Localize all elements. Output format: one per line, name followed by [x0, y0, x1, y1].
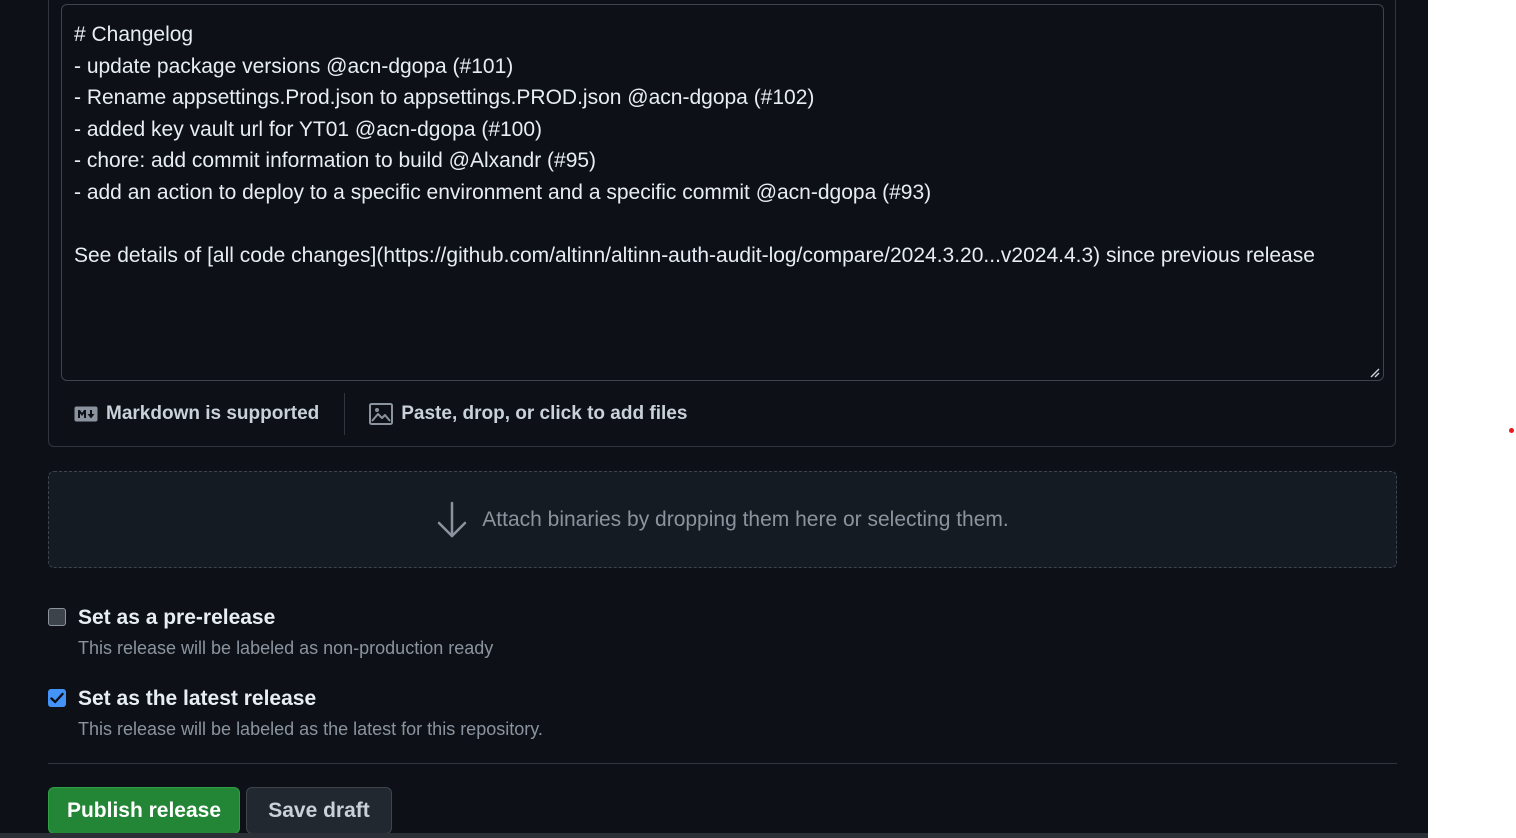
publish-release-button[interactable]: Publish release — [48, 787, 240, 834]
prerelease-checkbox[interactable] — [48, 608, 66, 626]
editor-footer: Markdown is supported Paste, drop, or cl… — [49, 381, 1395, 446]
binaries-dropzone[interactable]: Attach binaries by dropping them here or… — [48, 471, 1397, 568]
latest-release-option: Set as the latest release This release w… — [48, 687, 543, 740]
latest-release-title[interactable]: Set as the latest release — [78, 687, 543, 711]
dropzone-text: Attach binaries by dropping them here or… — [482, 507, 1009, 531]
prerelease-option: Set as a pre-release This release will b… — [48, 606, 493, 659]
save-draft-button[interactable]: Save draft — [246, 787, 392, 834]
add-files-label: Paste, drop, or click to add files — [401, 402, 688, 424]
arrow-down-icon — [438, 501, 467, 537]
markdown-icon — [74, 406, 98, 421]
section-divider — [48, 763, 1397, 764]
image-icon — [369, 402, 394, 425]
checkmark-icon — [50, 692, 64, 704]
markdown-support-link[interactable]: Markdown is supported — [49, 393, 344, 435]
prerelease-title[interactable]: Set as a pre-release — [78, 606, 493, 630]
latest-release-description: This release will be labeled as the late… — [78, 719, 543, 739]
release-form-page: # Changelog - update package versions @a… — [0, 0, 1428, 838]
add-files-button[interactable]: Paste, drop, or click to add files — [345, 393, 687, 435]
cursor-indicator — [1509, 428, 1514, 433]
release-notes-textarea[interactable]: # Changelog - update package versions @a… — [61, 4, 1384, 381]
resize-handle-icon[interactable] — [1370, 368, 1380, 378]
bottom-edge — [0, 833, 1428, 838]
prerelease-description: This release will be labeled as non-prod… — [78, 638, 494, 658]
markdown-label: Markdown is supported — [106, 402, 320, 424]
latest-release-checkbox[interactable] — [48, 689, 66, 707]
